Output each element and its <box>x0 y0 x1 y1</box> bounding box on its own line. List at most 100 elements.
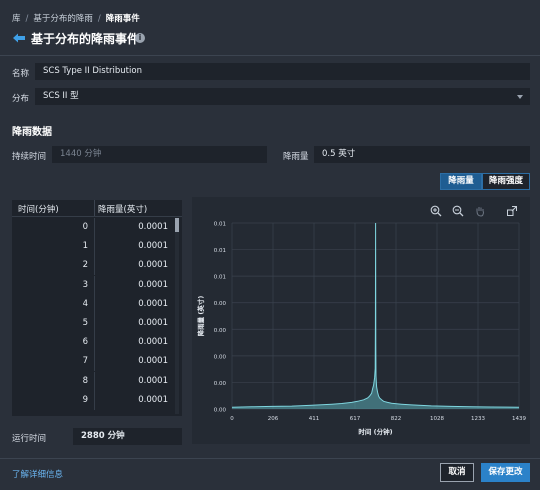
zoom-in-icon[interactable] <box>430 205 442 217</box>
column-divider <box>94 333 95 353</box>
toggle-intensity-button[interactable]: 降雨强度 <box>482 173 530 190</box>
name-input[interactable]: SCS Type II Distribution <box>35 63 530 80</box>
column-divider <box>94 371 95 391</box>
run-time-label: 运行时间 <box>12 434 47 444</box>
x-tick-label: 822 <box>391 416 402 422</box>
cell-depth[interactable]: 0.0001 <box>96 241 168 251</box>
cell-depth[interactable]: 0.0001 <box>96 337 168 347</box>
cell-time[interactable]: 5 <box>12 318 88 328</box>
table-row[interactable]: 9 0.0001 <box>12 390 176 410</box>
cell-time[interactable]: 0 <box>12 222 88 232</box>
page-title: 基于分布的降雨事件 <box>31 32 140 46</box>
distribution-select-value: SCS II 型 <box>43 91 79 101</box>
breadcrumb: 库 / 基于分布的降雨 / 降雨事件 <box>12 12 140 24</box>
y-tick-label: 0.01 <box>214 248 226 254</box>
column-divider <box>94 314 95 333</box>
y-tick-label: 0.01 <box>214 222 226 228</box>
cell-time[interactable]: 8 <box>12 376 88 386</box>
cell-depth[interactable]: 0.0001 <box>96 260 168 270</box>
chevron-down-icon <box>517 95 523 99</box>
x-axis-label: 时间 (分钟) <box>358 427 392 436</box>
breadcrumb-item-library[interactable]: 库 <box>12 14 21 24</box>
y-axis-label: 降雨量 (英寸) <box>196 296 205 337</box>
x-tick-label: 1028 <box>430 416 444 422</box>
column-divider <box>94 256 95 276</box>
cell-depth[interactable]: 0.0001 <box>96 395 168 405</box>
name-label: 名称 <box>12 69 30 79</box>
column-header-time[interactable]: 时间(分钟) <box>18 203 59 215</box>
cell-depth[interactable]: 0.0001 <box>96 318 168 328</box>
breadcrumb-separator: / <box>97 14 101 24</box>
table-row[interactable]: 6 0.0001 <box>12 333 176 353</box>
y-tick-label: 0.00 <box>214 381 227 387</box>
pan-icon[interactable] <box>474 205 486 217</box>
depth-input[interactable]: 0.5 英寸 <box>314 146 530 163</box>
cell-depth[interactable]: 0.0001 <box>96 222 168 232</box>
table-scrollbar-thumb[interactable] <box>175 218 179 232</box>
table-row[interactable]: 5 0.0001 <box>12 314 176 333</box>
cancel-button[interactable]: 取消 <box>440 463 474 482</box>
header-divider <box>0 55 540 56</box>
y-tick-label: 0.01 <box>214 275 226 281</box>
x-tick-label: 1233 <box>471 416 485 422</box>
column-divider <box>94 200 95 216</box>
x-tick-label: 206 <box>268 416 279 422</box>
rain-chart: 0.00 0.00 0.00 0.00 0.00 0.01 0.01 0.01 0 206 411 6… <box>192 197 530 444</box>
save-button[interactable]: 保存更改 <box>481 463 530 482</box>
duration-input[interactable]: 1440 分钟 <box>52 146 267 163</box>
table-row[interactable]: 3 0.0001 <box>12 275 176 295</box>
cell-time[interactable]: 4 <box>12 299 88 309</box>
cell-depth[interactable]: 0.0001 <box>96 356 168 366</box>
column-divider <box>94 275 95 295</box>
table-scrollbar[interactable] <box>175 218 179 414</box>
table-row[interactable]: 4 0.0001 <box>12 294 176 314</box>
cell-time[interactable]: 9 <box>12 395 88 405</box>
cell-depth[interactable]: 0.0001 <box>96 280 168 290</box>
table-row[interactable]: 0 0.0001 <box>12 218 176 237</box>
table-row[interactable]: 1 0.0001 <box>12 237 176 257</box>
back-arrow-icon[interactable] <box>12 31 26 45</box>
cell-time[interactable]: 3 <box>12 280 88 290</box>
x-tick-label: 411 <box>309 416 320 422</box>
breadcrumb-separator: / <box>25 14 29 24</box>
learn-more-link[interactable]: 了解详细信息 <box>12 468 63 480</box>
table-row[interactable]: 2 0.0001 <box>12 256 176 276</box>
cell-depth[interactable]: 0.0001 <box>96 376 168 386</box>
column-divider <box>94 237 95 257</box>
x-tick-label: 1439 <box>512 416 526 422</box>
depth-label: 降雨量 <box>283 152 309 162</box>
rain-table: 时间(分钟) 降雨量(英寸) 0 0.0001 1 0.0001 2 0.0001 3 0.0… <box>12 200 182 416</box>
column-divider <box>94 294 95 314</box>
distribution-label: 分布 <box>12 94 30 104</box>
y-tick-label: 0.00 <box>214 328 227 334</box>
info-icon[interactable]: i <box>135 33 145 43</box>
duration-label: 持续时间 <box>12 152 47 162</box>
x-tick-label: 0 <box>230 416 234 422</box>
cell-time[interactable]: 2 <box>12 260 88 270</box>
y-tick-label: 0.00 <box>214 354 227 360</box>
table-row[interactable]: 8 0.0001 <box>12 371 176 391</box>
rain-data-heading: 降雨数据 <box>12 127 52 138</box>
run-time-input[interactable]: 2880 分钟 <box>73 428 182 445</box>
footer-divider <box>0 458 540 459</box>
x-tick-label: 617 <box>350 416 361 422</box>
y-tick-label: 0.00 <box>214 408 227 414</box>
breadcrumb-item-distribution-rain[interactable]: 基于分布的降雨 <box>33 14 93 24</box>
table-header: 时间(分钟) 降雨量(英寸) <box>12 200 182 217</box>
column-divider <box>94 218 95 237</box>
cell-time[interactable]: 6 <box>12 337 88 347</box>
cell-time[interactable]: 1 <box>12 241 88 251</box>
zoom-out-icon[interactable] <box>452 205 464 217</box>
chart-svg: 0.00 0.00 0.00 0.00 0.00 0.01 0.01 0.01 0 206 411 6… <box>196 222 526 437</box>
toggle-depth-button[interactable]: 降雨量 <box>440 173 482 190</box>
table-row[interactable]: 7 0.0001 <box>12 352 176 372</box>
column-divider <box>94 390 95 410</box>
breadcrumb-item-current: 降雨事件 <box>105 14 140 24</box>
column-header-depth[interactable]: 降雨量(英寸) <box>98 203 147 215</box>
column-divider <box>94 352 95 372</box>
y-tick-label: 0.00 <box>214 301 227 307</box>
cell-time[interactable]: 7 <box>12 356 88 366</box>
distribution-select[interactable]: SCS II 型 <box>35 88 530 105</box>
expand-icon[interactable] <box>506 205 518 217</box>
cell-depth[interactable]: 0.0001 <box>96 299 168 309</box>
